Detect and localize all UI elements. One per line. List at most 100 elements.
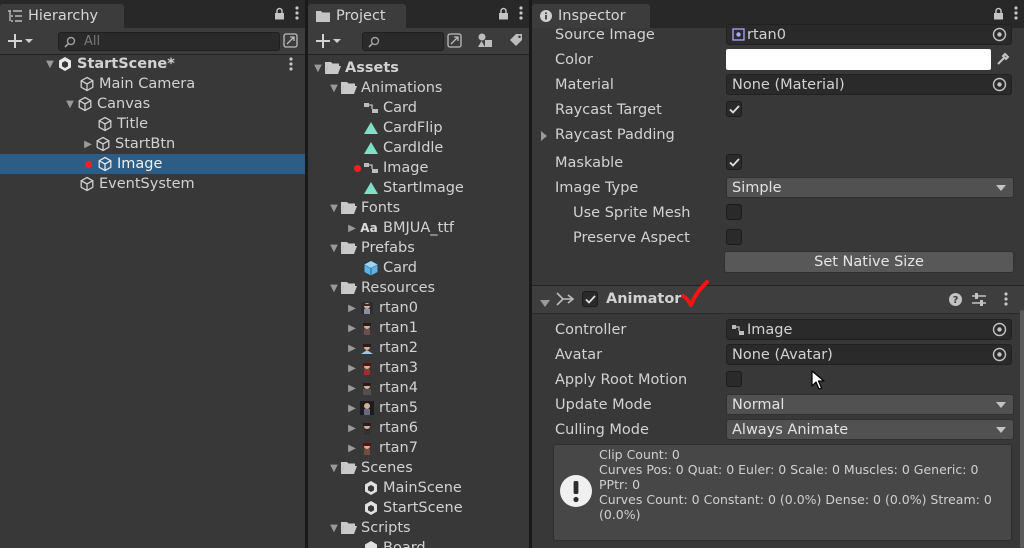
- lock-icon[interactable]: [274, 7, 285, 24]
- image-type-dropdown[interactable]: Simple: [726, 177, 1014, 198]
- project-row-rtan6[interactable]: ▶ rtan6: [308, 418, 529, 438]
- foldout-arrow-icon[interactable]: [540, 296, 550, 312]
- color-swatch[interactable]: [726, 49, 991, 70]
- scene-visibility-icon[interactable]: [283, 33, 298, 52]
- project-row-resources[interactable]: ▼ Resources: [308, 278, 529, 298]
- object-picker-icon[interactable]: [992, 77, 1007, 92]
- foldout-arrow-icon[interactable]: [540, 129, 548, 145]
- expand-arrow-icon[interactable]: ▼: [312, 63, 324, 74]
- raycast-target-checkbox[interactable]: [726, 101, 742, 117]
- lock-icon[interactable]: [993, 7, 1004, 24]
- filter-by-type-icon[interactable]: [477, 32, 493, 52]
- project-row-startscene[interactable]: StartScene: [308, 498, 529, 518]
- filter-by-label-icon[interactable]: [509, 33, 524, 52]
- collapse-arrow-icon[interactable]: ▶: [346, 303, 358, 314]
- component-menu-icon[interactable]: [1004, 292, 1008, 310]
- expand-arrow-icon[interactable]: ▼: [328, 83, 340, 94]
- hierarchy-row-eventsystem[interactable]: EventSystem: [0, 174, 305, 194]
- project-row-fonts[interactable]: ▼ Fonts: [308, 198, 529, 218]
- project-row-scripts[interactable]: ▼ Scripts: [308, 518, 529, 538]
- material-field[interactable]: None (Material): [726, 74, 1012, 95]
- project-row-rtan5[interactable]: ▶ rtan5: [308, 398, 529, 418]
- update-mode-dropdown[interactable]: Normal: [726, 394, 1014, 415]
- more-menu-icon[interactable]: [519, 6, 523, 24]
- hierarchy-row-canvas[interactable]: ▼ Canvas: [0, 94, 305, 114]
- hierarchy-row-startscene[interactable]: ▼ StartScene*: [0, 54, 305, 74]
- animator-enabled-checkbox[interactable]: [582, 291, 598, 307]
- collapse-arrow-icon[interactable]: ▶: [346, 343, 358, 354]
- create-dropdown-button[interactable]: [316, 32, 342, 50]
- project-row-scenes[interactable]: ▼ Scenes: [308, 458, 529, 478]
- project-search-input[interactable]: [362, 32, 444, 51]
- project-row-rtan3[interactable]: ▶ rtan3: [308, 358, 529, 378]
- project-row-bmjua[interactable]: ▶ Aa BMJUA_ttf: [308, 218, 529, 238]
- hierarchy-row-main-camera[interactable]: Main Camera: [0, 74, 305, 94]
- avatar-field[interactable]: None (Avatar): [726, 344, 1012, 365]
- inspector-scrollbar[interactable]: [1020, 310, 1024, 548]
- collapse-arrow-icon[interactable]: ▶: [346, 423, 358, 434]
- maskable-checkbox[interactable]: [726, 154, 742, 170]
- collapse-arrow-icon[interactable]: ▶: [346, 403, 358, 414]
- apply-root-motion-checkbox[interactable]: [726, 371, 742, 387]
- more-menu-icon[interactable]: [295, 6, 299, 24]
- project-row-card-prefab[interactable]: Card: [308, 258, 529, 278]
- expand-arrow-icon[interactable]: ▼: [328, 203, 340, 214]
- preserve-aspect-checkbox[interactable]: [726, 229, 742, 245]
- folder-open-icon: [324, 59, 342, 77]
- collapse-arrow-icon[interactable]: ▶: [346, 223, 358, 234]
- presets-icon[interactable]: [972, 293, 986, 310]
- tab-hierarchy[interactable]: Hierarchy: [0, 4, 124, 28]
- project-row-rtan0[interactable]: ▶ rtan0: [308, 298, 529, 318]
- controller-field[interactable]: Image: [726, 319, 1012, 340]
- collapse-arrow-icon[interactable]: ▶: [346, 363, 358, 374]
- source-image-field[interactable]: rtan0: [726, 24, 1012, 45]
- animator-component-header[interactable]: Animator ?: [532, 280, 1024, 314]
- project-row-card-controller[interactable]: Card: [308, 98, 529, 118]
- tab-label: Hierarchy: [28, 8, 99, 24]
- project-row-cardflip[interactable]: CardFlip: [308, 118, 529, 138]
- project-row-rtan2[interactable]: ▶ rtan2: [308, 338, 529, 358]
- project-row-board[interactable]: Board: [308, 538, 529, 548]
- expand-arrow-icon[interactable]: ▼: [64, 99, 76, 110]
- expand-arrow-icon[interactable]: ▼: [328, 243, 340, 254]
- project-row-prefabs[interactable]: ▼ Prefabs: [308, 238, 529, 258]
- collapse-arrow-icon[interactable]: ▶: [346, 443, 358, 454]
- use-sprite-mesh-checkbox[interactable]: [726, 204, 742, 220]
- project-row-rtan7[interactable]: ▶ rtan7: [308, 438, 529, 458]
- project-row-startimage[interactable]: StartImage: [308, 178, 529, 198]
- expand-arrow-icon[interactable]: ▼: [44, 59, 56, 70]
- project-row-rtan1[interactable]: ▶ rtan1: [308, 318, 529, 338]
- hierarchy-row-title[interactable]: Title: [0, 114, 305, 134]
- lock-icon[interactable]: [498, 7, 509, 24]
- object-picker-icon[interactable]: [992, 322, 1007, 337]
- tab-project[interactable]: Project: [308, 4, 406, 28]
- culling-mode-dropdown[interactable]: Always Animate: [726, 419, 1014, 440]
- hierarchy-row-startbtn[interactable]: ▶ StartBtn: [0, 134, 305, 154]
- object-picker-icon[interactable]: [992, 27, 1007, 42]
- set-native-size-button[interactable]: Set Native Size: [724, 251, 1014, 273]
- expand-arrow-icon[interactable]: ▼: [328, 463, 340, 474]
- collapse-arrow-icon[interactable]: ▶: [346, 323, 358, 334]
- expand-arrow-icon[interactable]: ▼: [328, 523, 340, 534]
- project-row-rtan4[interactable]: ▶ rtan4: [308, 378, 529, 398]
- help-icon[interactable]: ?: [949, 293, 962, 310]
- project-row-image-controller[interactable]: Image: [308, 158, 529, 178]
- gameobject-cube-icon: [78, 75, 96, 93]
- prop-raycast-padding[interactable]: Raycast Padding: [532, 122, 1024, 147]
- collapse-arrow-icon[interactable]: ▶: [346, 383, 358, 394]
- create-dropdown-button[interactable]: [8, 32, 34, 50]
- collapse-arrow-icon[interactable]: ▶: [82, 139, 94, 150]
- project-item-label: Assets: [345, 60, 399, 76]
- object-picker-icon[interactable]: [992, 347, 1007, 362]
- search-scope-icon[interactable]: [447, 33, 462, 52]
- hierarchy-search-input[interactable]: All: [58, 32, 280, 51]
- project-row-animations[interactable]: ▼ Animations: [308, 78, 529, 98]
- project-row-assets[interactable]: ▼ Assets: [308, 58, 529, 78]
- expand-arrow-icon[interactable]: ▼: [328, 283, 340, 294]
- hierarchy-row-image[interactable]: Image: [0, 154, 305, 174]
- eyedropper-icon[interactable]: [996, 52, 1010, 70]
- project-row-mainscene[interactable]: MainScene: [308, 478, 529, 498]
- prefab-icon: [362, 259, 380, 277]
- project-row-cardidle[interactable]: CardIdle: [308, 138, 529, 158]
- scene-menu-icon[interactable]: [289, 57, 293, 75]
